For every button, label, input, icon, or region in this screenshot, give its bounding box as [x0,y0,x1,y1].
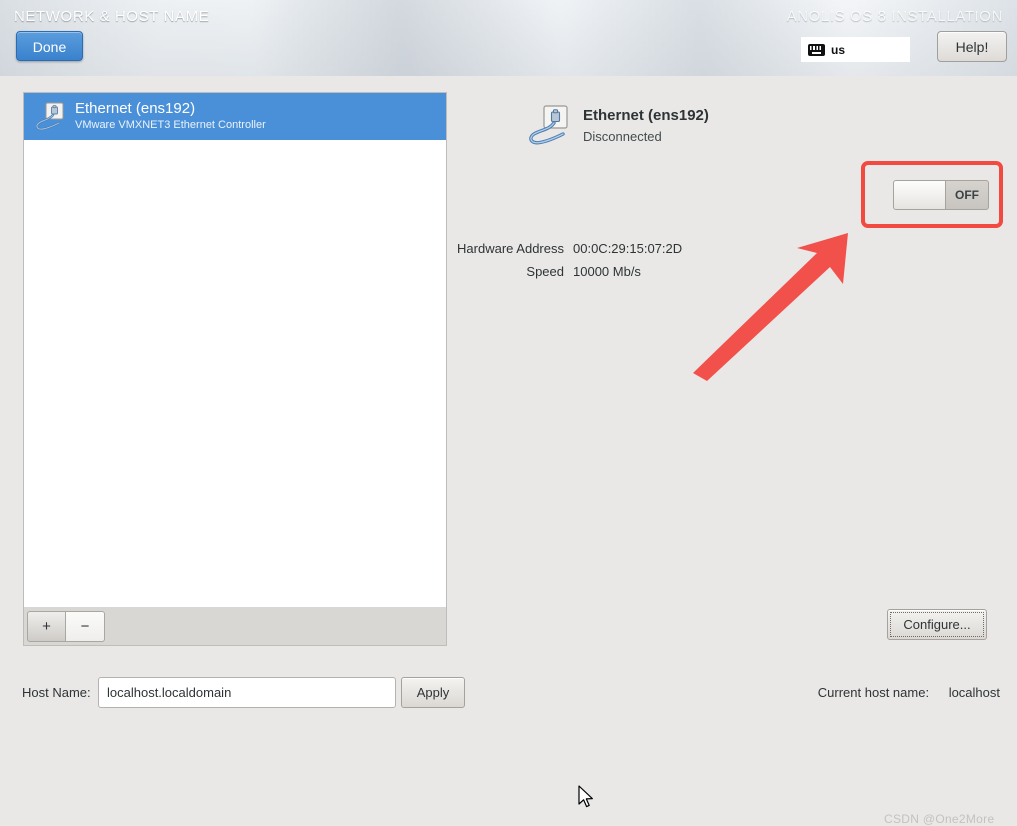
speed-value: 10000 Mb/s [573,264,641,279]
network-enable-toggle[interactable]: OFF [893,180,989,210]
done-button[interactable]: Done [16,31,83,61]
keyboard-layout-label: us [831,42,846,57]
speed-row: Speed 10000 Mb/s [400,264,720,279]
device-description: VMware VMXNET3 Ethernet Controller [75,119,266,132]
current-hostname-value: localhost [948,685,1000,700]
page-title: NETWORK & HOST NAME [14,8,210,25]
toggle-state-label: OFF [955,188,979,202]
device-detail-name: Ethernet (ens192) [583,107,709,124]
connection-status: Disconnected [583,128,662,144]
configure-button[interactable]: Configure... [887,609,987,640]
ethernet-icon [527,103,573,149]
toggle-knob [894,181,946,209]
current-hostname: Current host name: localhost [690,685,1000,700]
hardware-address-row: Hardware Address 00:0C:29:15:07:2D [400,241,720,256]
hardware-address-label: Hardware Address [457,241,564,256]
device-detail-titles: Ethernet (ens192) Disconnected [583,101,709,144]
device-detail-fields: Hardware Address 00:0C:29:15:07:2D Speed… [400,241,720,287]
remove-device-button[interactable]: − [66,610,105,642]
apply-button[interactable]: Apply [401,677,465,708]
list-item[interactable]: Ethernet (ens192) VMware VMXNET3 Etherne… [24,93,446,140]
add-device-button[interactable]: + [27,610,66,642]
app-header: NETWORK & HOST NAME ANOLIS OS 8 INSTALLA… [0,0,1017,76]
hardware-address-value: 00:0C:29:15:07:2D [573,241,683,256]
device-list-toolbar: + − [23,607,447,646]
mouse-cursor-icon [578,785,596,811]
keyboard-icon [808,43,825,56]
list-item-text: Ethernet (ens192) VMware VMXNET3 Etherne… [75,100,266,132]
watermark: CSDN @One2More [884,812,995,826]
ethernet-icon [33,100,67,134]
speed-label: Speed [526,264,564,279]
help-button[interactable]: Help! [937,31,1007,62]
device-name: Ethernet (ens192) [75,100,196,118]
focus-ring [890,612,984,637]
main-content: Ethernet (ens192) VMware VMXNET3 Etherne… [0,76,1017,826]
product-title: ANOLIS OS 8 INSTALLATION [786,8,1003,25]
network-device-list[interactable]: Ethernet (ens192) VMware VMXNET3 Etherne… [23,92,447,608]
device-detail-header: Ethernet (ens192) Disconnected [527,101,709,149]
keyboard-layout-indicator[interactable]: us [801,37,910,62]
current-hostname-label: Current host name: [817,685,930,700]
hostname-input[interactable] [98,677,396,708]
hostname-label: Host Name: [22,685,91,700]
